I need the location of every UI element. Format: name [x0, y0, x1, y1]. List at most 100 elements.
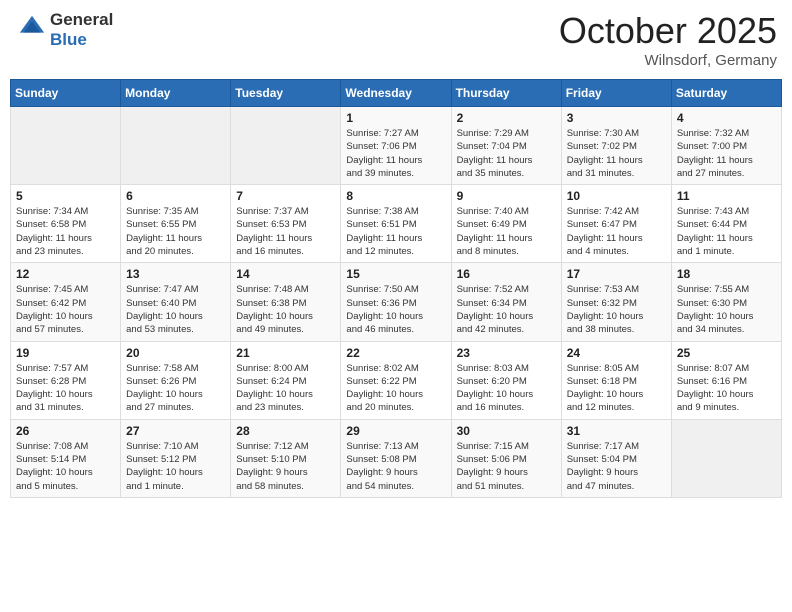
logo-blue: Blue: [50, 30, 113, 50]
calendar-cell: [121, 107, 231, 185]
day-number: 14: [236, 267, 335, 281]
calendar-cell: 29Sunrise: 7:13 AM Sunset: 5:08 PM Dayli…: [341, 419, 451, 497]
day-info: Sunrise: 7:30 AM Sunset: 7:02 PM Dayligh…: [567, 127, 666, 180]
day-info: Sunrise: 7:27 AM Sunset: 7:06 PM Dayligh…: [346, 127, 445, 180]
calendar-cell: 19 Sunrise: 7:57 AM Sunset: 6:28 PM Dayli…: [11, 341, 121, 419]
day-info: Sunrise: 7:15 AM Sunset: 5:06 PM Dayligh…: [457, 440, 556, 493]
calendar-cell: 22 Sunrise: 8:02 AM Sunset: 6:22 PM Dayli…: [341, 341, 451, 419]
calendar-cell: 10 Sunrise: 7:42 AM Sunset: 6:47 PM Dayli…: [561, 185, 671, 263]
day-number: 16: [457, 267, 556, 281]
calendar-cell: 18 Sunrise: 7:55 AM Sunset: 6:30 PM Dayli…: [671, 263, 781, 341]
day-info: Sunrise: 8:05 AM Sunset: 6:18 PM Dayligh…: [567, 362, 666, 415]
logo-general: General: [50, 10, 113, 30]
calendar-header-friday: Friday: [561, 80, 671, 107]
day-number: 21: [236, 346, 335, 360]
day-number: 11: [677, 189, 776, 203]
day-info: Sunrise: 7:40 AM Sunset: 6:49 PM Dayligh…: [457, 205, 556, 258]
day-info: Sunrise: 8:00 AM Sunset: 6:24 PM Dayligh…: [236, 362, 335, 415]
calendar-cell: [11, 107, 121, 185]
calendar-cell: 3 Sunrise: 7:30 AM Sunset: 7:02 PM Daylig…: [561, 107, 671, 185]
day-number: 18: [677, 267, 776, 281]
day-info: Sunrise: 7:12 AM Sunset: 5:10 PM Dayligh…: [236, 440, 335, 493]
day-number: 13: [126, 267, 225, 281]
calendar-cell: 13 Sunrise: 7:47 AM Sunset: 6:40 PM Dayli…: [121, 263, 231, 341]
day-number: 25: [677, 346, 776, 360]
day-info: Sunrise: 7:55 AM Sunset: 6:30 PM Dayligh…: [677, 283, 776, 336]
calendar-cell: [671, 419, 781, 497]
day-number: 5: [16, 189, 115, 203]
calendar-cell: 16Sunrise: 7:52 AM Sunset: 6:34 PM Dayli…: [451, 263, 561, 341]
day-info: Sunrise: 7:37 AM Sunset: 6:53 PM Dayligh…: [236, 205, 335, 258]
calendar-cell: 30 Sunrise: 7:15 AM Sunset: 5:06 PM Dayli…: [451, 419, 561, 497]
calendar-header-saturday: Saturday: [671, 80, 781, 107]
day-number: 6: [126, 189, 225, 203]
page-header: General Blue October 2025 Wilnsdorf, Ger…: [10, 10, 782, 69]
calendar-header-thursday: Thursday: [451, 80, 561, 107]
calendar-cell: 17Sunrise: 7:53 AM Sunset: 6:32 PM Dayli…: [561, 263, 671, 341]
day-info: Sunrise: 7:32 AM Sunset: 7:00 PM Dayligh…: [677, 127, 776, 180]
calendar-header-tuesday: Tuesday: [231, 80, 341, 107]
calendar-week-3: 12 Sunrise: 7:45 AM Sunset: 6:42 PM Dayli…: [11, 263, 782, 341]
day-info: Sunrise: 7:45 AM Sunset: 6:42 PM Dayligh…: [16, 283, 115, 336]
day-number: 12: [16, 267, 115, 281]
day-number: 9: [457, 189, 556, 203]
day-info: Sunrise: 8:02 AM Sunset: 6:22 PM Dayligh…: [346, 362, 445, 415]
day-info: Sunrise: 7:29 AM Sunset: 7:04 PM Dayligh…: [457, 127, 556, 180]
calendar-header-monday: Monday: [121, 80, 231, 107]
day-number: 7: [236, 189, 335, 203]
calendar-cell: 15Sunrise: 7:50 AM Sunset: 6:36 PM Dayli…: [341, 263, 451, 341]
calendar-cell: [231, 107, 341, 185]
calendar-cell: 9 Sunrise: 7:40 AM Sunset: 6:49 PM Daylig…: [451, 185, 561, 263]
day-info: Sunrise: 8:03 AM Sunset: 6:20 PM Dayligh…: [457, 362, 556, 415]
day-number: 30: [457, 424, 556, 438]
calendar-cell: 12 Sunrise: 7:45 AM Sunset: 6:42 PM Dayli…: [11, 263, 121, 341]
calendar-cell: 20Sunrise: 7:58 AM Sunset: 6:26 PM Dayli…: [121, 341, 231, 419]
calendar-cell: 7 Sunrise: 7:37 AM Sunset: 6:53 PM Daylig…: [231, 185, 341, 263]
calendar-cell: 25 Sunrise: 8:07 AM Sunset: 6:16 PM Dayli…: [671, 341, 781, 419]
logo-icon: [18, 14, 46, 42]
calendar-header-sunday: Sunday: [11, 80, 121, 107]
calendar-week-1: 1 Sunrise: 7:27 AM Sunset: 7:06 PM Daylig…: [11, 107, 782, 185]
calendar-cell: 6 Sunrise: 7:35 AM Sunset: 6:55 PM Daylig…: [121, 185, 231, 263]
calendar-cell: 31Sunrise: 7:17 AM Sunset: 5:04 PM Dayli…: [561, 419, 671, 497]
day-info: Sunrise: 7:38 AM Sunset: 6:51 PM Dayligh…: [346, 205, 445, 258]
day-info: Sunrise: 8:07 AM Sunset: 6:16 PM Dayligh…: [677, 362, 776, 415]
day-number: 27: [126, 424, 225, 438]
logo: General Blue: [15, 10, 113, 50]
day-info: Sunrise: 7:42 AM Sunset: 6:47 PM Dayligh…: [567, 205, 666, 258]
day-number: 23: [457, 346, 556, 360]
calendar-week-4: 19 Sunrise: 7:57 AM Sunset: 6:28 PM Dayli…: [11, 341, 782, 419]
day-number: 4: [677, 111, 776, 125]
day-info: Sunrise: 7:58 AM Sunset: 6:26 PM Dayligh…: [126, 362, 225, 415]
calendar-week-5: 26Sunrise: 7:08 AM Sunset: 5:14 PM Dayli…: [11, 419, 782, 497]
day-info: Sunrise: 7:10 AM Sunset: 5:12 PM Dayligh…: [126, 440, 225, 493]
day-number: 10: [567, 189, 666, 203]
calendar-cell: 8 Sunrise: 7:38 AM Sunset: 6:51 PM Daylig…: [341, 185, 451, 263]
day-number: 28: [236, 424, 335, 438]
day-info: Sunrise: 7:50 AM Sunset: 6:36 PM Dayligh…: [346, 283, 445, 336]
title-block: October 2025 Wilnsdorf, Germany: [559, 10, 777, 69]
day-info: Sunrise: 7:13 AM Sunset: 5:08 PM Dayligh…: [346, 440, 445, 493]
day-number: 8: [346, 189, 445, 203]
calendar-cell: 4 Sunrise: 7:32 AM Sunset: 7:00 PM Daylig…: [671, 107, 781, 185]
day-number: 3: [567, 111, 666, 125]
calendar-cell: 5Sunrise: 7:34 AM Sunset: 6:58 PM Daylig…: [11, 185, 121, 263]
day-number: 19: [16, 346, 115, 360]
calendar-table: SundayMondayTuesdayWednesdayThursdayFrid…: [10, 79, 782, 498]
day-info: Sunrise: 7:47 AM Sunset: 6:40 PM Dayligh…: [126, 283, 225, 336]
day-number: 24: [567, 346, 666, 360]
day-number: 1: [346, 111, 445, 125]
day-info: Sunrise: 7:35 AM Sunset: 6:55 PM Dayligh…: [126, 205, 225, 258]
calendar-cell: 2Sunrise: 7:29 AM Sunset: 7:04 PM Daylig…: [451, 107, 561, 185]
day-info: Sunrise: 7:57 AM Sunset: 6:28 PM Dayligh…: [16, 362, 115, 415]
calendar-cell: 14Sunrise: 7:48 AM Sunset: 6:38 PM Dayli…: [231, 263, 341, 341]
calendar-cell: 21 Sunrise: 8:00 AM Sunset: 6:24 PM Dayli…: [231, 341, 341, 419]
calendar-cell: 27 Sunrise: 7:10 AM Sunset: 5:12 PM Dayli…: [121, 419, 231, 497]
day-number: 22: [346, 346, 445, 360]
day-number: 26: [16, 424, 115, 438]
calendar-week-2: 5Sunrise: 7:34 AM Sunset: 6:58 PM Daylig…: [11, 185, 782, 263]
calendar-header-row: SundayMondayTuesdayWednesdayThursdayFrid…: [11, 80, 782, 107]
day-info: Sunrise: 7:53 AM Sunset: 6:32 PM Dayligh…: [567, 283, 666, 336]
calendar-cell: 28 Sunrise: 7:12 AM Sunset: 5:10 PM Dayli…: [231, 419, 341, 497]
day-info: Sunrise: 7:43 AM Sunset: 6:44 PM Dayligh…: [677, 205, 776, 258]
